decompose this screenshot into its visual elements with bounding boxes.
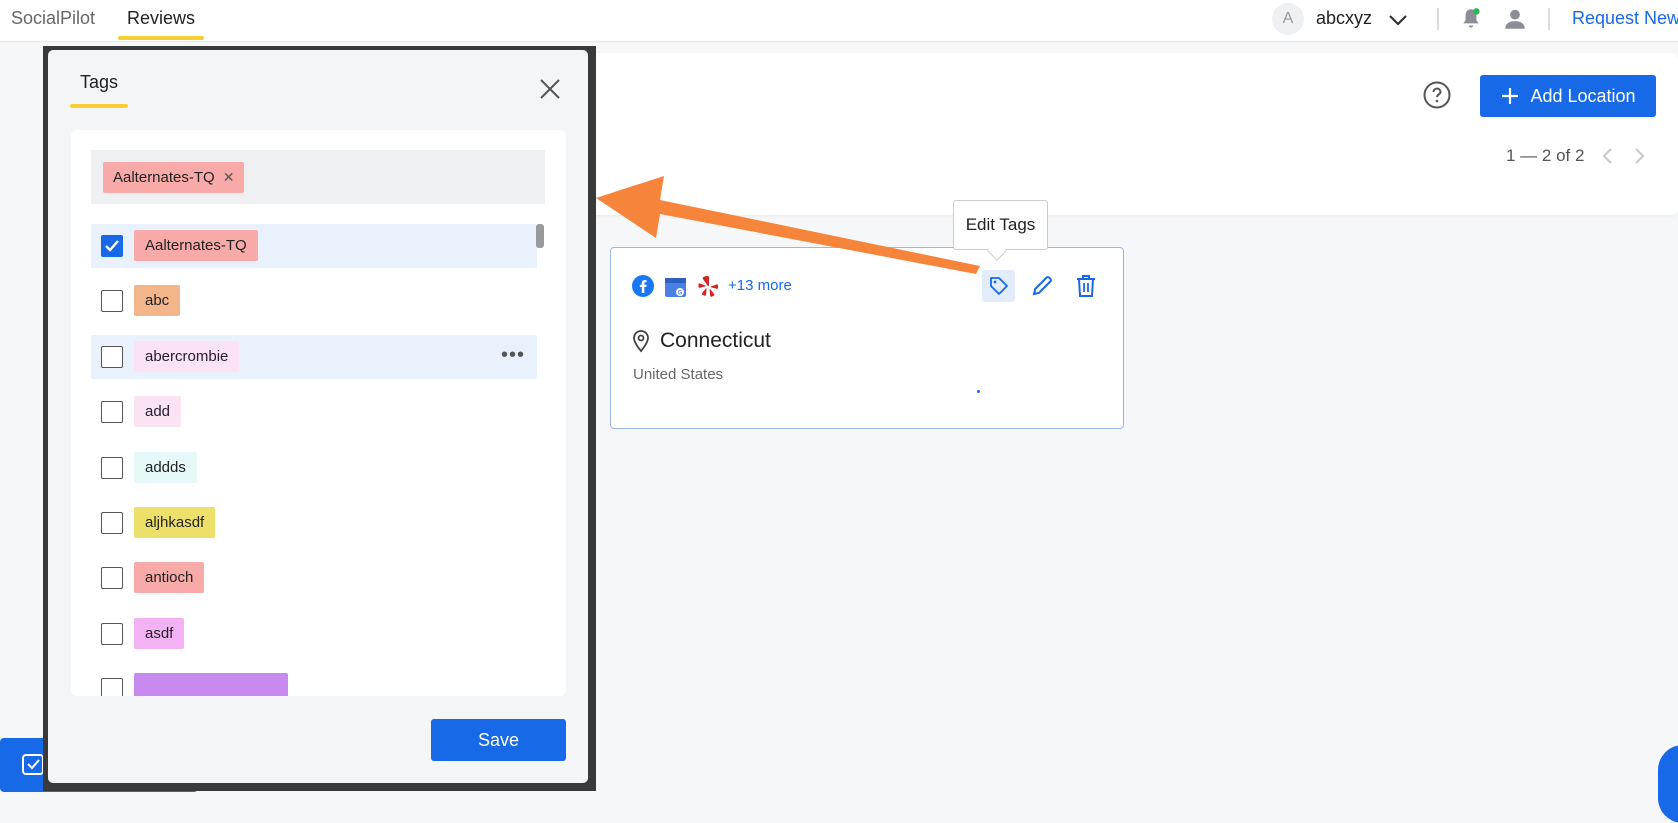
tag-label: asdf bbox=[134, 618, 185, 649]
user-icon[interactable] bbox=[1502, 6, 1528, 32]
bell-icon[interactable] bbox=[1458, 6, 1484, 32]
top-nav: SocialPilot Reviews A abcxyz Request New bbox=[0, 0, 1678, 42]
tag-checkbox[interactable] bbox=[101, 567, 123, 589]
trash-icon[interactable] bbox=[1072, 272, 1100, 300]
tag-checkbox[interactable] bbox=[101, 235, 123, 257]
tag-label: add bbox=[134, 396, 182, 427]
tag-row[interactable] bbox=[91, 667, 537, 696]
svg-text:G: G bbox=[678, 291, 683, 297]
plus-icon bbox=[1502, 88, 1519, 104]
edit-tags-button[interactable] bbox=[982, 270, 1015, 302]
brand-link[interactable]: SocialPilot bbox=[11, 8, 95, 29]
tag-icon bbox=[990, 277, 1008, 295]
divider bbox=[1548, 8, 1550, 30]
tag-label: abercrombie bbox=[134, 341, 240, 372]
selected-tag-chip: Aalternates-TQ ✕ bbox=[103, 162, 245, 193]
tag-label: aljhkasdf bbox=[134, 507, 216, 538]
tag-checkbox[interactable] bbox=[101, 678, 123, 696]
save-button[interactable]: Save bbox=[431, 719, 566, 761]
more-platforms-link[interactable]: +13 more bbox=[728, 277, 792, 294]
pencil-icon[interactable] bbox=[1028, 272, 1056, 300]
scrollbar[interactable] bbox=[536, 224, 544, 248]
tag-checkbox[interactable] bbox=[101, 623, 123, 645]
decorative-dot bbox=[977, 390, 980, 393]
tag-checkbox[interactable] bbox=[101, 346, 123, 368]
tag-row[interactable]: abercrombie ••• bbox=[91, 335, 537, 379]
tag-label: antioch bbox=[134, 562, 205, 593]
google-business-icon: G bbox=[665, 278, 686, 297]
yelp-icon bbox=[698, 276, 718, 297]
tag-row[interactable]: asdf bbox=[91, 612, 537, 656]
tag-label: Aalternates-TQ bbox=[134, 230, 258, 261]
remove-tag-icon[interactable]: ✕ bbox=[223, 162, 235, 193]
tags-list: Aalternates-TQ abc abercrombie ••• add a… bbox=[71, 222, 566, 696]
help-icon[interactable] bbox=[1422, 80, 1452, 110]
tag-row[interactable]: aljhkasdf bbox=[91, 501, 537, 545]
tag-label: abc bbox=[134, 285, 181, 316]
chevron-down-icon[interactable] bbox=[1386, 8, 1410, 32]
close-icon[interactable] bbox=[536, 75, 564, 103]
tag-row[interactable]: add bbox=[91, 390, 537, 434]
tag-label bbox=[134, 673, 288, 696]
tag-checkbox[interactable] bbox=[101, 512, 123, 534]
tag-checkbox[interactable] bbox=[101, 401, 123, 423]
location-name: Connecticut bbox=[660, 329, 771, 352]
tag-checkbox[interactable] bbox=[101, 290, 123, 312]
tag-row[interactable]: addds bbox=[91, 446, 537, 490]
facebook-icon bbox=[632, 275, 654, 297]
check-icon bbox=[105, 240, 119, 252]
selected-tag-label: Aalternates-TQ bbox=[113, 169, 215, 186]
edit-tags-tooltip: Edit Tags bbox=[953, 200, 1048, 250]
pagination-text: 1 — 2 of 2 bbox=[1506, 146, 1585, 165]
avatar[interactable]: A bbox=[1272, 3, 1304, 35]
tag-row[interactable]: Aalternates-TQ bbox=[91, 224, 537, 268]
add-location-label: Add Location bbox=[1530, 85, 1636, 106]
tag-row[interactable]: antioch bbox=[91, 556, 537, 600]
user-name[interactable]: abcxyz bbox=[1316, 8, 1372, 29]
tag-checkbox[interactable] bbox=[101, 457, 123, 479]
chat-floating-button[interactable] bbox=[1658, 745, 1678, 823]
location-pin-icon bbox=[633, 330, 649, 353]
tag-row[interactable]: abc bbox=[91, 279, 537, 323]
add-location-button[interactable]: Add Location bbox=[1480, 75, 1656, 117]
location-country: United States bbox=[633, 366, 724, 383]
tag-label: addds bbox=[134, 452, 197, 483]
divider bbox=[1437, 8, 1439, 30]
tab-tags[interactable]: Tags bbox=[70, 72, 128, 108]
tab-reviews[interactable]: Reviews bbox=[118, 0, 204, 40]
chevron-left-icon[interactable] bbox=[1598, 146, 1618, 166]
chevron-right-icon[interactable] bbox=[1629, 146, 1649, 166]
more-options-icon[interactable]: ••• bbox=[501, 344, 525, 367]
request-new-link[interactable]: Request New bbox=[1572, 8, 1678, 29]
